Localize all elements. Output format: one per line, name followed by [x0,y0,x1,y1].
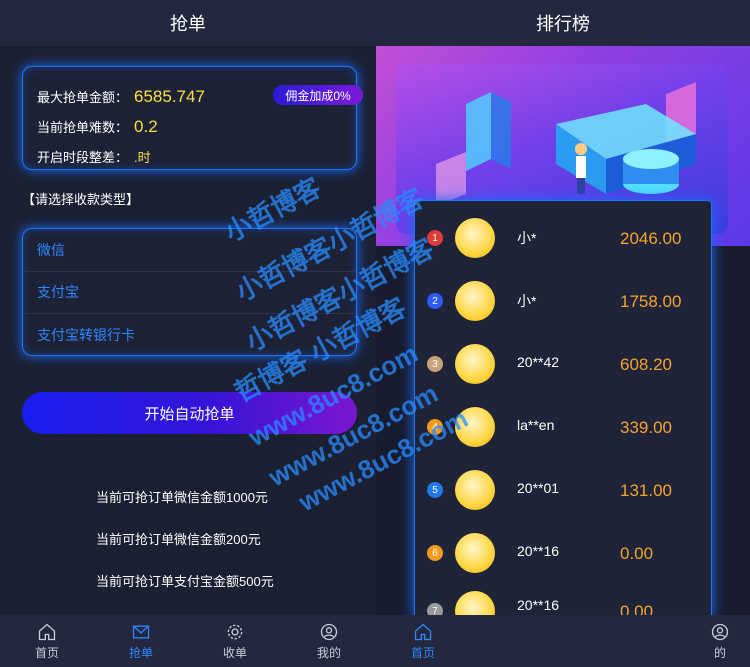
leaderboard-screen: 排行榜 1 小* 2046.00 2 小* 1758.00 3 20**42 6… [376,0,750,667]
rank-badge: 6 [427,545,443,561]
page-title: 抢单 [170,14,206,34]
leaderboard-list: 1 小* 2046.00 2 小* 1758.00 3 20**42 608.2… [414,200,712,620]
available-amount-line: 当前可抢订单微信金额1000元 [96,490,268,505]
user-icon [320,623,338,640]
payment-option-alipay[interactable]: 支付宝 [23,272,356,315]
home-icon [38,623,56,640]
list-item: 1 小* 2046.00 [415,206,711,266]
rank-name: 小* [517,230,537,246]
period-value: .时 [134,150,151,165]
avatar [455,344,495,384]
avatar [455,281,495,321]
rank-badge: 1 [427,230,443,246]
rank-badge: 2 [427,293,443,309]
list-item: 2 小* 1758.00 [415,269,711,329]
payment-type-list: 微信 支付宝 支付宝转银行卡 [22,228,357,356]
payment-type-label: 【请选择收款类型】 [22,192,140,207]
list-item: 5 20**01 131.00 [415,458,711,518]
nav-label: 抢单 [128,645,153,660]
nav-home[interactable]: 首页 [376,615,470,667]
rank-name: 20**42 [517,354,560,370]
grab-order-screen: 抢单 最大抢单金额： 6585.747 当前抢单难数： 0.2 开启时段整差： … [0,0,376,667]
app: 抢单 最大抢单金额： 6585.747 当前抢单难数： 0.2 开启时段整差： … [0,0,750,667]
list-item: 6 20**16 0.00 [415,521,711,581]
rank-name: 20**16 [517,543,560,559]
difficulty-value: 0.2 [134,117,158,136]
list-item: 4 la**en 339.00 [415,395,711,455]
rank-name: la**en [517,417,555,433]
available-amount-line: 当前可抢订单微信金额200元 [96,532,261,547]
nav-home[interactable]: 首页 [0,615,94,667]
payment-option-alipay-bank[interactable]: 支付宝转银行卡 [23,314,356,355]
rank-name: 20**01 [517,480,560,496]
home-icon [414,623,432,640]
rank-amount: 1758.00 [620,292,682,311]
rank-badge: 3 [427,356,443,372]
difficulty-label: 当前抢单难数： [37,120,129,135]
nav-grab-order[interactable]: 抢单 [94,615,188,667]
rank-amount: 608.20 [620,355,672,374]
rank-amount: 2046.00 [620,229,682,248]
nav-collect[interactable]: 收单 [188,615,282,667]
payment-option-wechat[interactable]: 微信 [23,229,356,272]
leaderboard-title: 排行榜 [536,14,590,34]
nav-label: 的 [713,645,726,660]
nav-mine[interactable]: 我的 [282,615,376,667]
nav-label: 首页 [34,645,59,660]
avatar [455,218,495,258]
rank-amount: 0.00 [620,544,654,563]
difficulty-row: 当前抢单难数： 0.2 [37,117,158,137]
right-header: 排行榜 [376,0,750,46]
avatar [455,407,495,447]
max-amount-label: 最大抢单金额： [37,90,129,105]
gear-icon [227,624,243,639]
user-icon [711,623,729,640]
nav-mine[interactable]: 的 [690,615,750,667]
period-row: 开启时段整差： .时 [37,147,151,166]
mail-icon [132,625,150,638]
rank-badge: 5 [427,482,443,498]
rank-amount: 339.00 [620,418,672,437]
max-amount-value: 6585.747 [134,87,205,106]
nav-label: 收单 [222,645,247,660]
nav-label: 我的 [316,645,341,660]
order-info-card: 最大抢单金额： 6585.747 当前抢单难数： 0.2 开启时段整差： .时 … [22,66,363,170]
list-item: 7 20**16 0.00 [415,579,711,619]
left-header: 抢单 [0,0,376,46]
list-item: 3 20**42 608.20 [415,332,711,392]
avatar [455,533,495,573]
nav-label: 首页 [410,645,435,660]
commission-badge: 佣金加成0% [273,85,363,105]
period-label: 开启时段整差： [37,150,129,165]
avatar [455,470,495,510]
rank-name: 小* [517,293,537,309]
available-amount-line: 当前可抢订单支付宝金额500元 [96,574,274,589]
max-amount-row: 最大抢单金额： 6585.747 [37,87,205,107]
rank-name: 20**16 [517,597,560,613]
rank-amount: 131.00 [620,481,672,500]
start-auto-grab-button[interactable]: 开始自动抢单 [22,392,357,434]
bottom-nav: 首页 的 [376,615,750,667]
rank-badge: 4 [427,419,443,435]
bottom-nav: 首页 抢单 收单 我的 [0,615,376,667]
